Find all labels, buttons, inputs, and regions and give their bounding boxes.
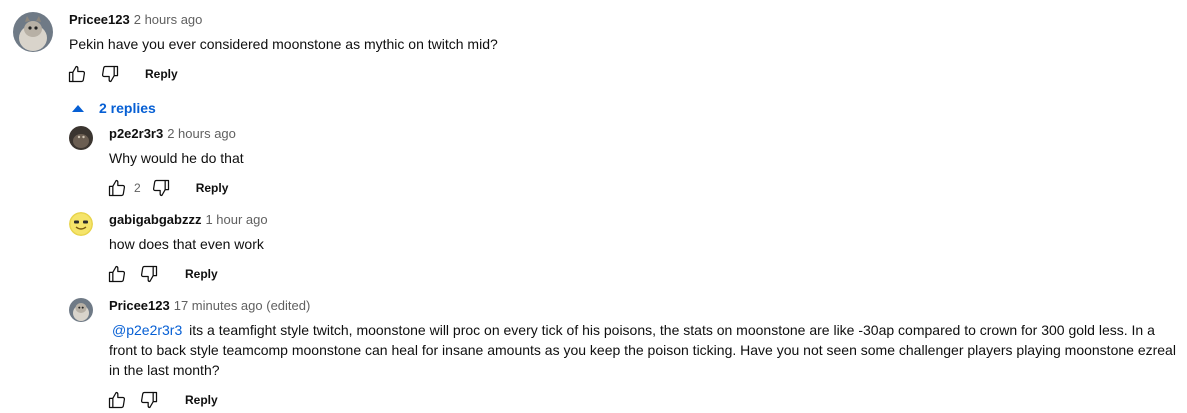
reply-button[interactable]: Reply — [196, 181, 229, 195]
avatar[interactable] — [69, 298, 93, 322]
thumbs-down-icon[interactable] — [149, 176, 173, 200]
thumbs-up-icon[interactable] — [65, 62, 89, 86]
reply-button[interactable]: Reply — [185, 267, 218, 281]
comment-timestamp[interactable]: 2 hours ago — [167, 126, 236, 141]
reply-button[interactable]: Reply — [145, 67, 178, 81]
reply-button[interactable]: Reply — [185, 393, 218, 407]
comment-actions: Reply — [65, 62, 178, 86]
comment-header: Pricee123 2 hours ago — [69, 11, 202, 29]
comment-body: its a teamfight style twitch, moonstone … — [109, 322, 1176, 378]
comment-timestamp[interactable]: 2 hours ago — [134, 12, 203, 27]
comment-text: Why would he do that — [109, 150, 244, 166]
comment-text: how does that even work — [109, 236, 264, 252]
comment-header: Pricee123 17 minutes ago (edited) — [109, 297, 310, 315]
comment-header: gabigabgabzzz 1 hour ago — [109, 211, 268, 229]
comment-author[interactable]: Pricee123 — [109, 298, 170, 313]
comment-actions: 2 Reply — [105, 176, 228, 200]
like-count: 2 — [134, 181, 141, 195]
replies-count-label: 2 replies — [99, 100, 156, 116]
avatar[interactable] — [69, 126, 93, 150]
avatar[interactable] — [13, 12, 53, 52]
comment-author[interactable]: Pricee123 — [69, 12, 130, 27]
thumbs-up-icon[interactable] — [105, 176, 129, 200]
comment-author[interactable]: p2e2r3r3 — [109, 126, 163, 141]
comment-author[interactable]: gabigabgabzzz — [109, 212, 201, 227]
comment-text: @p2e2r3r3 its a teamfight style twitch, … — [109, 320, 1179, 380]
avatar[interactable] — [69, 212, 93, 236]
comment-text: Pekin have you ever considered moonstone… — [69, 36, 498, 52]
thumbs-up-icon[interactable] — [105, 262, 129, 286]
thumbs-down-icon[interactable] — [98, 62, 122, 86]
thumbs-down-icon[interactable] — [137, 388, 161, 412]
replies-toggle-button[interactable]: 2 replies — [72, 98, 156, 118]
thumbs-down-icon[interactable] — [137, 262, 161, 286]
comment-timestamp[interactable]: 1 hour ago — [205, 212, 267, 227]
comment-timestamp[interactable]: 17 minutes ago (edited) — [174, 298, 311, 313]
mention-link[interactable]: @p2e2r3r3 — [109, 322, 185, 338]
comment-actions: Reply — [105, 388, 218, 412]
thumbs-up-icon[interactable] — [105, 388, 129, 412]
comment-header: p2e2r3r3 2 hours ago — [109, 125, 236, 143]
caret-up-icon — [72, 104, 84, 112]
comment-actions: Reply — [105, 262, 218, 286]
